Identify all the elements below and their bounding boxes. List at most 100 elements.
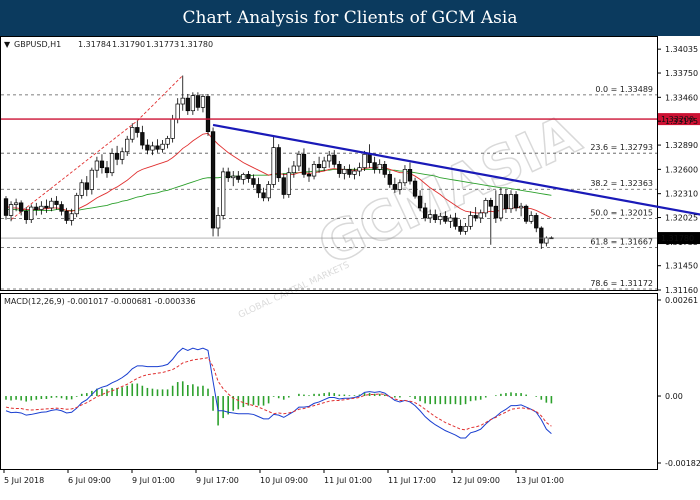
time-tick-label: 11 Jul 17:00 [388, 476, 436, 485]
candle-body [301, 153, 307, 175]
fib-level-label: 38.2 = 1.32363 [590, 179, 653, 188]
candle-body [513, 194, 519, 209]
candle-body [291, 165, 296, 174]
candle-body [392, 184, 397, 190]
candle-body [150, 145, 155, 151]
candle-body [241, 174, 246, 180]
candle-body [518, 205, 524, 209]
candle-body [483, 200, 488, 214]
candle-body [468, 215, 473, 227]
candle-body [215, 215, 221, 229]
candle-body [342, 169, 347, 174]
candle-body [54, 200, 59, 205]
candle-body [170, 118, 175, 139]
candle-body [99, 160, 105, 169]
candle-body [347, 169, 352, 175]
candle-body [49, 200, 54, 209]
candle-body [428, 214, 433, 219]
symbol-low: 1.31773 [146, 40, 179, 49]
candle-body [231, 175, 236, 179]
candle-body [367, 153, 372, 164]
candle-body [84, 182, 89, 190]
macd-tick-label: 0.00261 [665, 296, 698, 305]
candle-body [473, 215, 478, 219]
time-tick-label: 6 Jul 09:00 [68, 476, 111, 485]
time-tick-label: 12 Jul 09:00 [452, 476, 500, 485]
candle-body [160, 143, 165, 150]
candle-body [523, 205, 529, 222]
candle-body [443, 215, 448, 222]
candle-body [24, 210, 29, 220]
candle-body [281, 177, 286, 195]
time-axis: 5 Jul 2018 6 Jul 09:00 9 Jul 01:00 9 Jul 17… [3, 469, 564, 485]
symbol-name: GBPUSD,H1 [14, 40, 61, 49]
price-tick-label: 1.34035 [665, 45, 698, 54]
macd-tick-label: 0.00 [665, 392, 683, 401]
fib-level-label: 23.6 = 1.32793 [590, 143, 653, 152]
price-tick-label: 1.32890 [665, 141, 698, 150]
macd-label: MACD(12,26,9) -0.001017 -0.000681 -0.000… [4, 297, 196, 306]
candle-body [256, 184, 261, 194]
candle-body [478, 212, 483, 219]
candle-body [125, 138, 130, 153]
candle-body [145, 144, 150, 151]
candle-body [34, 206, 39, 210]
candle-body [423, 207, 428, 219]
candle-body [397, 182, 403, 190]
candle-body [357, 167, 362, 172]
candle-body [74, 194, 79, 215]
macd-panel [0, 293, 658, 470]
candle-body [261, 192, 266, 199]
candle-body [109, 153, 115, 174]
candle-body [195, 95, 201, 108]
candle-body [13, 202, 19, 205]
candle-body [306, 174, 312, 177]
time-tick-label: 9 Jul 17:00 [196, 476, 239, 485]
candle-body [286, 172, 291, 195]
candle-body [332, 154, 337, 165]
candle-body [448, 217, 453, 222]
candle-body [453, 217, 458, 227]
candle-body [185, 97, 190, 112]
candle-body [119, 151, 125, 160]
candle-body [140, 132, 145, 146]
candle-body [251, 178, 256, 185]
symbol-info: ▼ GBPUSD,H1 1.31784 1.31790 1.31773 1.31… [4, 40, 213, 49]
candle-body [79, 182, 84, 196]
candle-body [190, 95, 196, 112]
fib-level-label: 50.0 = 1.32015 [590, 208, 653, 217]
time-tick-label: 9 Jul 01:00 [132, 476, 175, 485]
candle-body [488, 200, 493, 207]
candle-body [463, 225, 468, 232]
time-tick-label: 13 Jul 01:00 [516, 476, 564, 485]
candle-body [433, 214, 438, 220]
candle-body [322, 160, 327, 169]
price-tick-label: 1.33750 [665, 69, 698, 78]
candle-body [271, 147, 276, 185]
candle-body [114, 153, 120, 160]
candle-body [327, 154, 332, 162]
price-tick-label: 1.32310 [665, 190, 698, 199]
candle-body [165, 138, 170, 145]
candle-body [221, 171, 226, 216]
candle-body [236, 175, 241, 180]
candle-body [337, 163, 342, 174]
candle-body [362, 153, 367, 169]
candle-body [544, 237, 549, 244]
price-tick-label: 1.32600 [665, 165, 698, 174]
candle-body [316, 163, 322, 169]
candle-body [458, 225, 463, 232]
candle-body [266, 184, 271, 199]
candle-body [508, 194, 514, 210]
time-tick-label: 5 Jul 2018 [4, 476, 44, 485]
candle-body [226, 171, 231, 179]
candle-body [19, 202, 24, 212]
candle-body [276, 147, 281, 179]
time-tick-label: 11 Jul 01:00 [324, 476, 372, 485]
candle-body [402, 169, 408, 184]
candle-body [135, 127, 140, 133]
candle-body [311, 163, 317, 177]
candle-body [417, 195, 423, 209]
symbol-high: 1.31790 [112, 40, 145, 49]
candle-body [205, 96, 211, 133]
